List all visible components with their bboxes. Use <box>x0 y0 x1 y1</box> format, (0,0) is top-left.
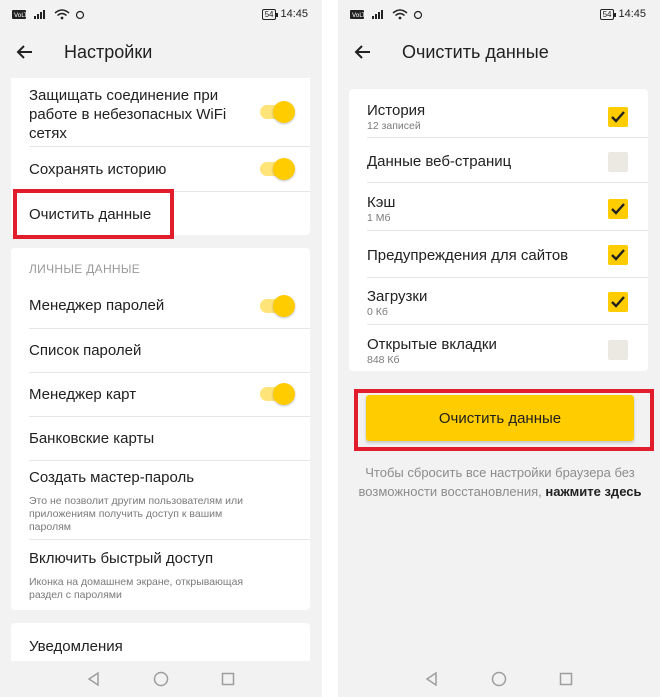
option-label: Предупреждения для сайтов <box>367 247 569 264</box>
password-list-label: Список паролей <box>29 342 142 359</box>
nav-home-icon[interactable] <box>153 671 169 687</box>
system-nav-bar <box>0 661 322 697</box>
setting-secure-wifi-line-2: работе в небезопасных WiFi <box>29 106 227 123</box>
reset-settings-note: Чтобы сбросить все настройки браузера бе… <box>348 463 652 501</box>
clear-data-highlight <box>13 189 174 239</box>
clear-data-screen: VoLTE 54 14:45 Очистить данные История 1… <box>338 0 660 697</box>
clear-option-site-warnings[interactable]: Предупреждения для сайтов <box>349 231 648 277</box>
svg-text:VoLTE: VoLTE <box>14 12 28 19</box>
page-title: Очистить данные <box>402 41 549 62</box>
master-password-desc-3: паролям <box>29 521 72 533</box>
battery-indicator: 54 <box>261 8 279 20</box>
checkmark-icon <box>611 296 625 308</box>
notification-icon <box>75 10 85 19</box>
downloads-checkbox[interactable] <box>608 292 628 312</box>
option-label: История <box>367 102 426 119</box>
password-manager-label: Менеджер паролей <box>29 297 165 314</box>
bank-cards-label: Банковские карты <box>29 430 155 447</box>
option-size: 0 Кб <box>367 306 388 318</box>
quick-access-desc-2: раздел с паролями <box>29 589 122 601</box>
notifications-label: Уведомления <box>29 638 123 655</box>
notification-icon <box>413 10 423 19</box>
setting-card-manager[interactable]: Менеджер карт <box>11 373 310 416</box>
setting-master-password[interactable]: Создать мастер-пароль Это не позволит др… <box>11 461 310 539</box>
sim-icon: VoLTE <box>12 9 28 19</box>
site-warnings-checkbox[interactable] <box>608 245 628 265</box>
clock: 14:45 <box>280 8 308 20</box>
nav-back-icon[interactable] <box>425 672 439 686</box>
master-password-desc-2: приложениям получить доступ к вашим <box>29 508 223 520</box>
option-label: Кэш <box>367 194 396 211</box>
personal-data-card: ЛИЧНЫЕ ДАННЫЕ Менеджер паролей Список па… <box>11 248 310 610</box>
setting-password-list[interactable]: Список паролей <box>11 329 310 372</box>
option-label: Данные веб-страниц <box>367 153 512 170</box>
nav-home-icon[interactable] <box>491 671 507 687</box>
quick-access-label: Включить быстрый доступ <box>29 550 214 567</box>
secure-wifi-toggle[interactable] <box>260 101 295 123</box>
nav-recents-icon[interactable] <box>221 672 235 686</box>
option-label: Загрузки <box>367 288 428 305</box>
back-button[interactable] <box>0 28 48 76</box>
clear-option-open-tabs[interactable]: Открытые вкладки 848 Кб <box>349 325 648 371</box>
svg-text:VoLTE: VoLTE <box>352 12 366 19</box>
password-manager-toggle[interactable] <box>260 295 295 317</box>
setting-save-history-label: Сохранять историю <box>29 161 167 178</box>
clear-option-history[interactable]: История 12 записей <box>349 89 648 137</box>
checkmark-icon <box>611 249 625 261</box>
setting-quick-access[interactable]: Включить быстрый доступ Иконка на домашн… <box>11 540 310 610</box>
setting-secure-wifi-line-1: Защищать соединение при <box>29 87 219 104</box>
cache-checkbox[interactable] <box>608 199 628 219</box>
status-bar: VoLTE 54 14:45 <box>338 0 660 28</box>
open-tabs-checkbox[interactable] <box>608 340 628 360</box>
clear-option-cache[interactable]: Кэш 1 Мб <box>349 183 648 230</box>
master-password-label: Создать мастер-пароль <box>29 469 195 486</box>
history-checkbox[interactable] <box>608 107 628 127</box>
page-title: Настройки <box>64 41 153 62</box>
notifications-card: Уведомления <box>11 623 310 663</box>
wifi-icon <box>54 8 70 19</box>
option-size: 1 Мб <box>367 212 391 224</box>
system-nav-bar <box>338 661 660 697</box>
signal-icon <box>34 9 45 19</box>
clock: 14:45 <box>618 8 646 20</box>
clear-option-downloads[interactable]: Загрузки 0 Кб <box>349 278 648 324</box>
setting-bank-cards[interactable]: Банковские карты <box>11 417 310 460</box>
checkmark-icon <box>611 111 625 123</box>
app-bar: Настройки <box>0 28 322 76</box>
option-size: 12 записей <box>367 120 421 132</box>
personal-data-header: ЛИЧНЫЕ ДАННЫЕ <box>29 262 141 276</box>
setting-secure-wifi[interactable]: Защищать соединение при работе в небезоп… <box>11 78 310 146</box>
option-label: Открытые вкладки <box>367 336 497 353</box>
wifi-icon <box>392 8 408 19</box>
option-size: 848 Кб <box>367 354 400 366</box>
status-bar: VoLTE 54 14:45 <box>0 0 322 28</box>
back-button[interactable] <box>338 28 386 76</box>
clear-button-highlight <box>354 389 654 451</box>
setting-secure-wifi-line-3: сетях <box>29 125 67 142</box>
arrow-left-icon <box>16 45 32 59</box>
clear-options-card: История 12 записей Данные веб-страниц Кэ… <box>349 89 648 371</box>
arrow-left-icon <box>354 45 370 59</box>
sim-icon: VoLTE <box>350 9 366 19</box>
setting-save-history[interactable]: Сохранять историю <box>11 147 310 191</box>
settings-screen: VoLTE 54 14:45 Настройки Защищать соедин… <box>0 0 322 697</box>
web-data-checkbox[interactable] <box>608 152 628 172</box>
checkmark-icon <box>611 203 625 215</box>
master-password-desc-1: Это не позволит другим пользователям или <box>29 495 243 507</box>
signal-icon <box>372 9 383 19</box>
battery-indicator: 54 <box>599 8 617 20</box>
quick-access-desc-1: Иконка на домашнем экране, открывающая <box>29 576 244 588</box>
card-manager-label: Менеджер карт <box>29 386 137 403</box>
nav-recents-icon[interactable] <box>559 672 573 686</box>
app-bar: Очистить данные <box>338 28 660 76</box>
clear-option-web-data[interactable]: Данные веб-страниц <box>349 138 648 182</box>
setting-notifications[interactable]: Уведомления <box>11 623 310 663</box>
reset-settings-link[interactable]: нажмите здесь <box>545 484 641 499</box>
save-history-toggle[interactable] <box>260 158 295 180</box>
setting-password-manager[interactable]: Менеджер паролей <box>11 284 310 328</box>
nav-back-icon[interactable] <box>87 672 101 686</box>
card-manager-toggle[interactable] <box>260 383 295 405</box>
